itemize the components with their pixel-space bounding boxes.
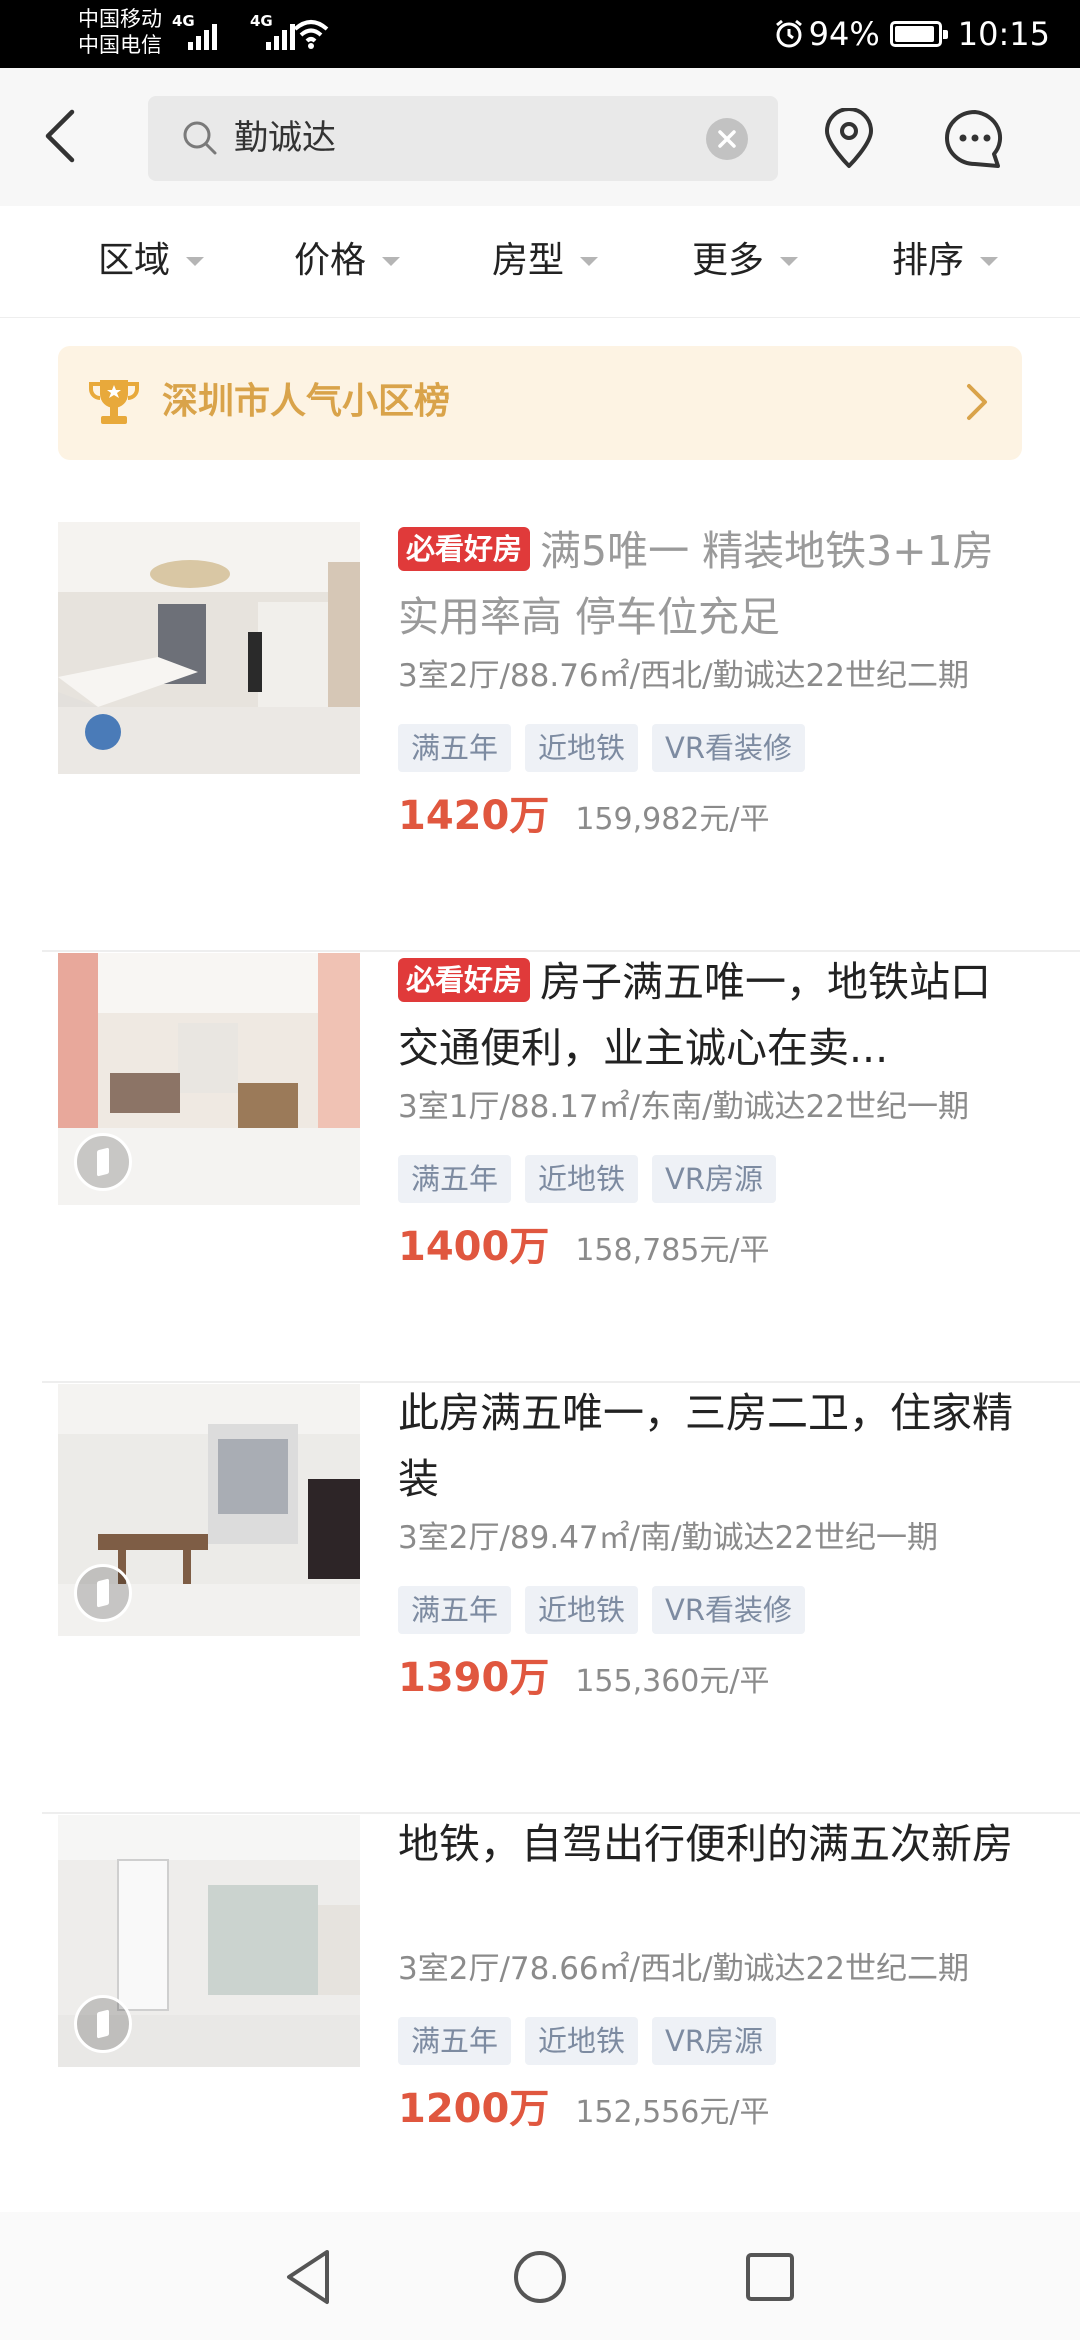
carrier-1: 中国移动 [78, 7, 162, 31]
filter-label: 更多 [692, 240, 765, 281]
search-header: 勤诚达 [0, 68, 1080, 206]
listing-title-text: 此房满五唯一，三房二卫，住家精装 [398, 1389, 1013, 1503]
listing-title: 必看好房 房子满五唯一，地铁站口交通便利，业主诚心在卖... [398, 949, 1028, 1081]
battery-percent: 94% [808, 15, 880, 53]
vr-play-icon [74, 1133, 132, 1191]
listing-info: 此房满五唯一，三房二卫，住家精装 3室2厅/89.47㎡/南/勤诚达22世纪一期… [398, 1384, 1028, 1704]
listing-tags: 满五年 近地铁 VR房源 [398, 2017, 1028, 2065]
listing-tag: 近地铁 [525, 724, 639, 772]
price-row: 1420万 159,982元/平 [398, 790, 1028, 842]
trophy-icon [89, 380, 139, 424]
home-circle-icon[interactable] [505, 2242, 575, 2312]
listing-tag: 近地铁 [525, 1155, 639, 1203]
carrier-2: 中国电信 [78, 33, 162, 57]
screen: 中国移动 中国电信 4G 4G 94% 10:15 勤诚达 区域 价格 房型 更… [0, 0, 1080, 2340]
ranking-title: 深圳市人气小区榜 [162, 381, 451, 422]
clear-icon [718, 130, 736, 148]
unit-price: 159,982元/平 [575, 802, 770, 837]
total-price: 1200万 [398, 2086, 550, 2132]
filter-district[interactable]: 区域 [98, 236, 205, 286]
caret-down-icon [980, 256, 999, 266]
filter-label: 价格 [294, 240, 367, 281]
listing-tags: 满五年 近地铁 VR看装修 [398, 1586, 1028, 1634]
listing-card[interactable]: 此房满五唯一，三房二卫，住家精装 3室2厅/89.47㎡/南/勤诚达22世纪一期… [0, 1384, 1080, 1814]
chevron-right-icon [967, 384, 987, 420]
vr-play-icon [74, 1995, 132, 2053]
search-query: 勤诚达 [234, 118, 336, 158]
listing-tag: VR房源 [652, 1155, 777, 1203]
filter-price[interactable]: 价格 [294, 236, 401, 286]
listing-info: 必看好房 满5唯一 精装地铁3+1房 实用率高 停车位充足 3室2厅/88.76㎡… [398, 522, 1028, 842]
listing-photo [58, 522, 360, 774]
listing-photo [58, 953, 360, 1205]
listing-card[interactable]: 必看好房 满5唯一 精装地铁3+1房 实用率高 停车位充足 3室2厅/88.76㎡… [0, 522, 1080, 952]
listing-card[interactable]: 必看好房 房子满五唯一，地铁站口交通便利，业主诚心在卖... 3室1厅/88.17… [0, 953, 1080, 1383]
listing-tags: 满五年 近地铁 VR房源 [398, 1155, 1028, 1203]
listing-photo [58, 1384, 360, 1636]
price-row: 1200万 152,556元/平 [398, 2083, 1028, 2135]
unit-price: 155,360元/平 [575, 1664, 770, 1699]
listing-info: 必看好房 房子满五唯一，地铁站口交通便利，业主诚心在卖... 3室1厅/88.17… [398, 953, 1028, 1273]
listing-tag: 近地铁 [525, 2017, 639, 2065]
unit-price: 152,556元/平 [575, 2095, 770, 2130]
back-triangle-icon[interactable] [275, 2242, 345, 2312]
listing-tag: 近地铁 [525, 1586, 639, 1634]
filter-more[interactable]: 更多 [692, 236, 799, 286]
vr-play-icon [74, 1564, 132, 1622]
battery-icon [889, 21, 948, 47]
messages-button[interactable] [942, 106, 1008, 172]
caret-down-icon [186, 256, 205, 266]
must-see-badge: 必看好房 [398, 527, 531, 571]
price-row: 1390万 155,360元/平 [398, 1652, 1028, 1704]
listing-spec: 3室1厅/88.17㎡/东南/勤诚达22世纪一期 [398, 1089, 969, 1125]
clear-button[interactable] [706, 118, 748, 160]
search-input[interactable]: 勤诚达 [148, 96, 778, 181]
listing-title: 地铁，自驾出行便利的满五次新房 [398, 1811, 1028, 1943]
listing-title: 此房满五唯一，三房二卫，住家精装 [398, 1380, 1028, 1512]
ranking-banner[interactable]: 深圳市人气小区榜 [58, 346, 1022, 460]
price-row: 1400万 158,785元/平 [398, 1221, 1028, 1273]
listing-photo [58, 1815, 360, 2067]
filter-layout[interactable]: 房型 [492, 236, 599, 286]
must-see-badge: 必看好房 [398, 958, 531, 1002]
listing-spec: 3室2厅/89.47㎡/南/勤诚达22世纪一期 [398, 1520, 938, 1556]
caret-down-icon [580, 256, 599, 266]
status-bar: 中国移动 中国电信 4G 4G 94% 10:15 [0, 0, 1080, 68]
listing-tag: 满五年 [398, 2017, 512, 2065]
unit-price: 158,785元/平 [575, 1233, 770, 1268]
listing-spec: 3室2厅/78.66㎡/西北/勤诚达22世纪二期 [398, 1951, 969, 1987]
system-nav-bar [0, 2212, 1080, 2340]
listing-title: 必看好房 满5唯一 精装地铁3+1房 实用率高 停车位充足 [398, 518, 1028, 650]
listing-tag: VR看装修 [652, 724, 806, 772]
filter-label: 房型 [492, 240, 565, 281]
total-price: 1420万 [398, 793, 550, 839]
clock: 10:15 [957, 15, 1050, 53]
caret-down-icon [382, 256, 401, 266]
filter-bar: 区域 价格 房型 更多 排序 [0, 206, 1080, 318]
filter-label: 排序 [892, 240, 965, 281]
caret-down-icon [780, 256, 799, 266]
recents-square-icon[interactable] [735, 2242, 805, 2312]
carrier-info: 中国移动 中国电信 [78, 6, 162, 58]
filter-sort[interactable]: 排序 [892, 236, 999, 286]
search-icon [183, 121, 217, 155]
location-pin-button[interactable] [818, 108, 880, 170]
total-price: 1400万 [398, 1224, 550, 1270]
listing-spec: 3室2厅/88.76㎡/西北/勤诚达22世纪二期 [398, 658, 969, 694]
wifi-icon [293, 20, 329, 49]
filter-label: 区域 [98, 240, 171, 281]
listing-tag: 满五年 [398, 724, 512, 772]
listing-info: 地铁，自驾出行便利的满五次新房 3室2厅/78.66㎡/西北/勤诚达22世纪二期… [398, 1815, 1028, 2135]
status-right: 94% 10:15 [773, 10, 1050, 58]
listing-tag: VR看装修 [652, 1586, 806, 1634]
listing-title-text: 地铁，自驾出行便利的满五次新房 [398, 1820, 1013, 1868]
listing-card[interactable]: 地铁，自驾出行便利的满五次新房 3室2厅/78.66㎡/西北/勤诚达22世纪二期… [0, 1815, 1080, 2245]
total-price: 1390万 [398, 1655, 550, 1701]
listing-tag: VR房源 [652, 2017, 777, 2065]
back-button[interactable] [36, 106, 96, 166]
listing-tag: 满五年 [398, 1155, 512, 1203]
listing-tags: 满五年 近地铁 VR看装修 [398, 724, 1028, 772]
listing-tag: 满五年 [398, 1586, 512, 1634]
alarm-icon [775, 19, 802, 48]
